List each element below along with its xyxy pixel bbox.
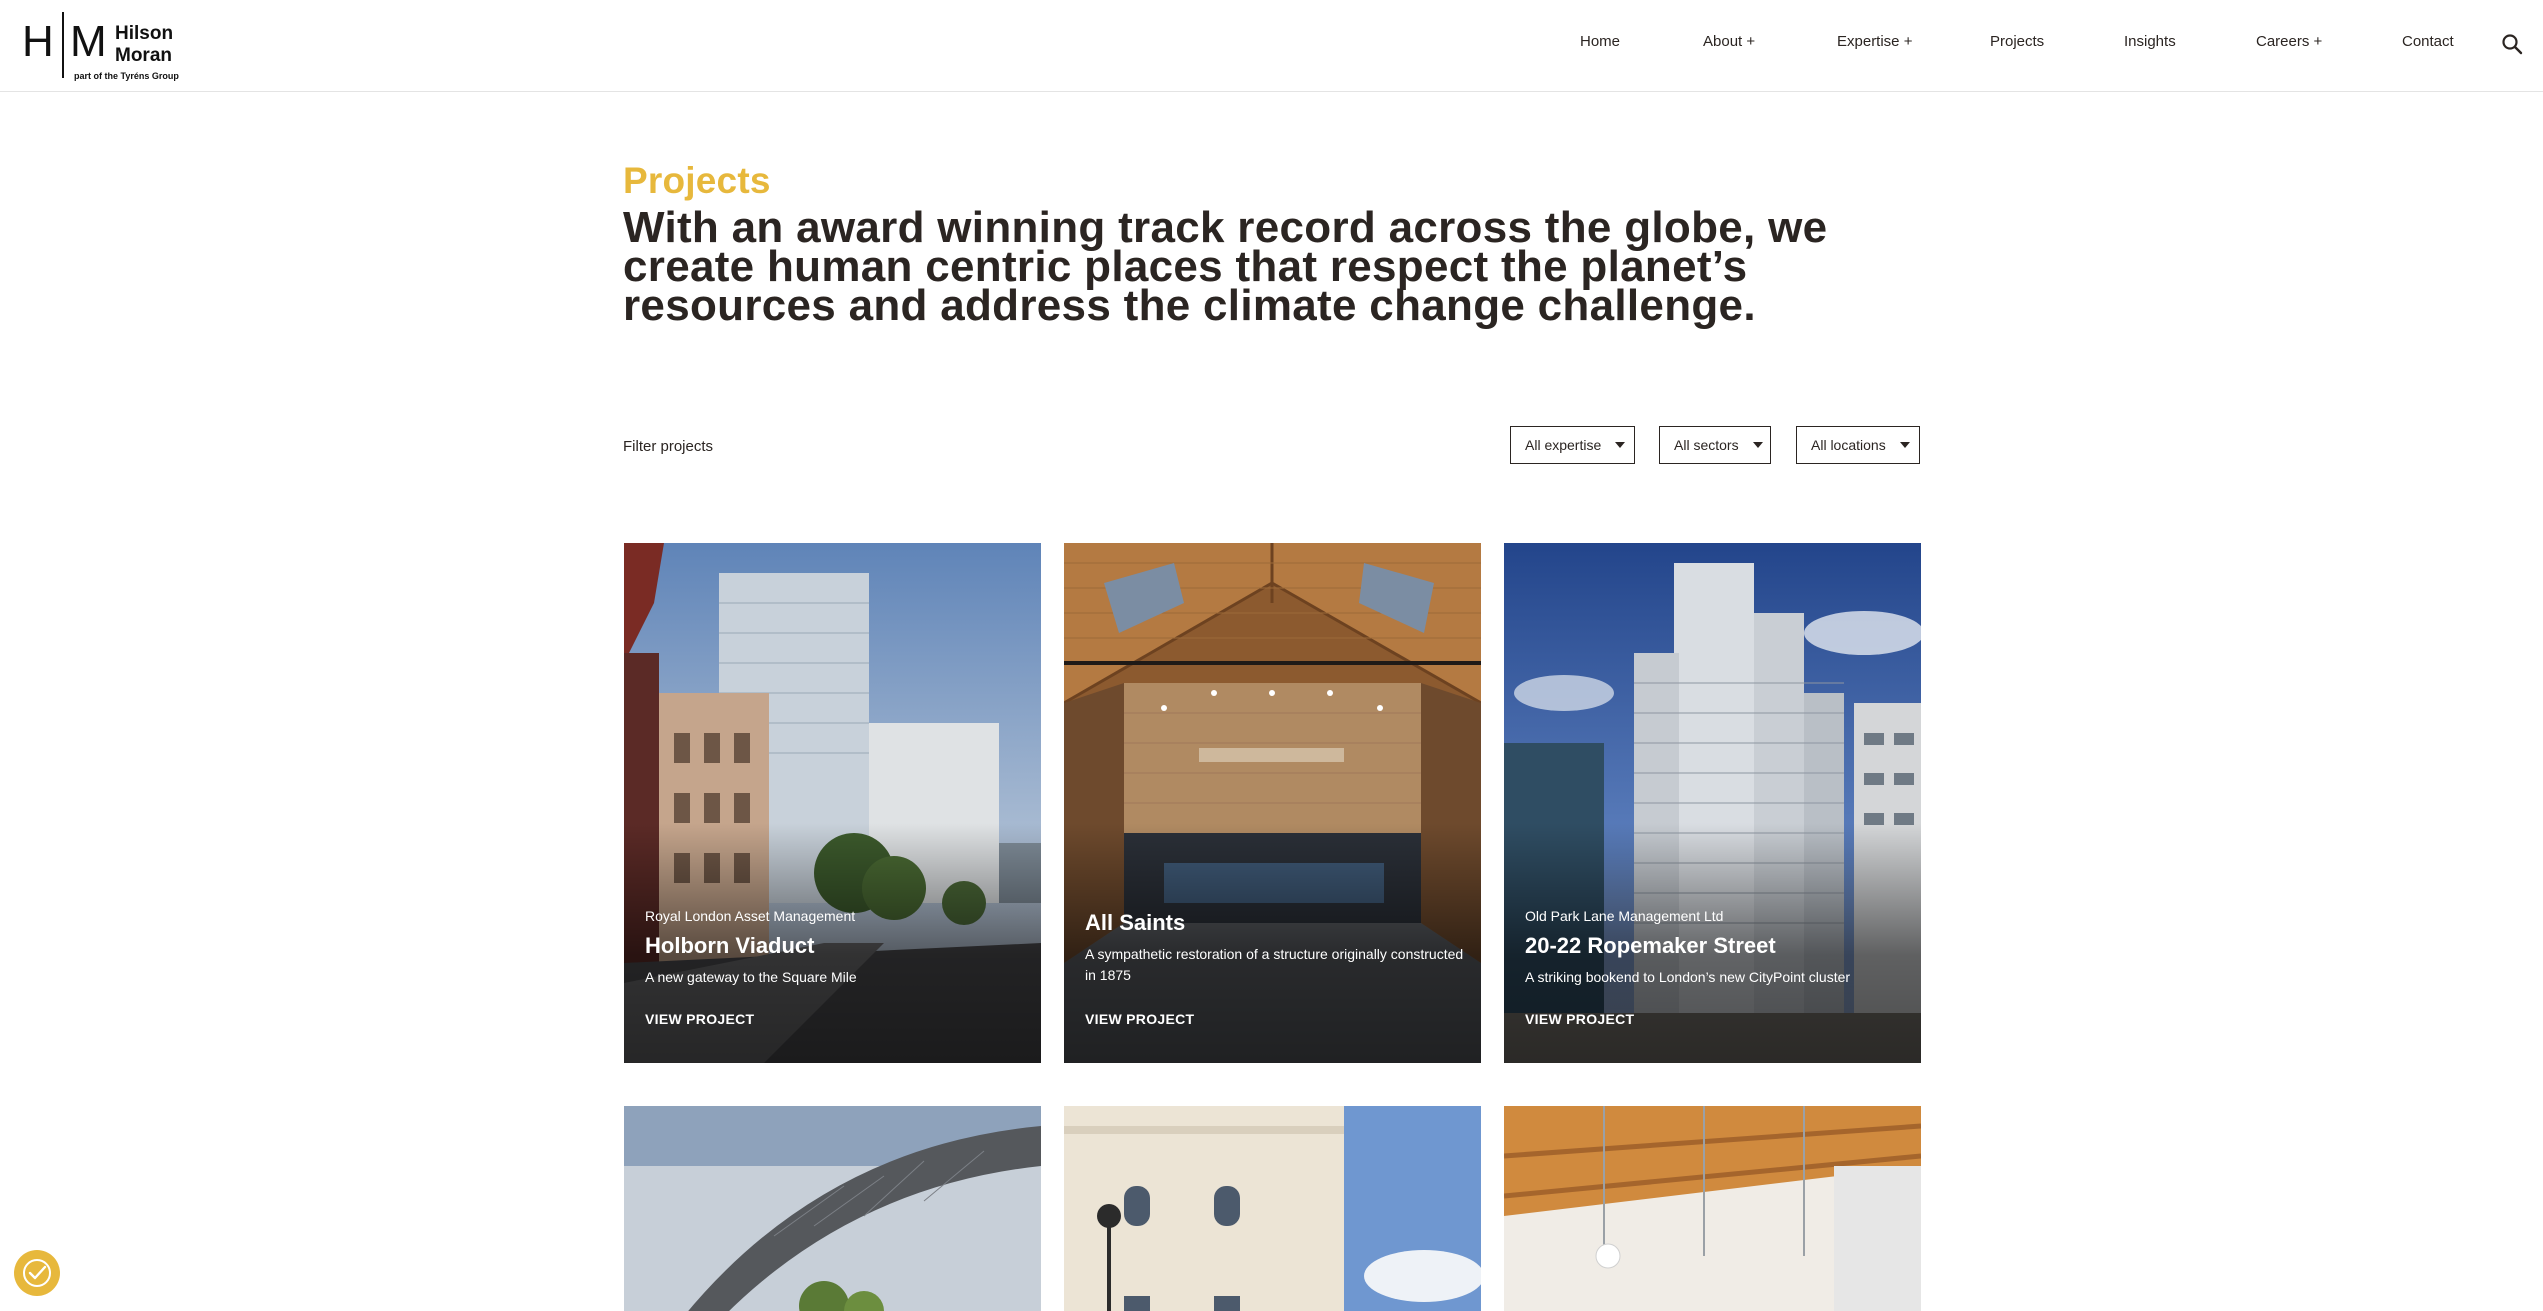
project-image bbox=[1064, 1106, 1481, 1311]
nav-home[interactable]: Home bbox=[1580, 33, 1620, 50]
caret-down-icon bbox=[1899, 442, 1910, 448]
filter-expertise-value: All expertise bbox=[1525, 437, 1602, 453]
project-card-all-saints[interactable]: All Saints A sympathetic restoration of … bbox=[1064, 543, 1481, 1063]
nav-contact[interactable]: Contact bbox=[2402, 33, 2454, 50]
logo-mark-h: H bbox=[22, 17, 54, 66]
project-client: Royal London Asset Management bbox=[645, 908, 856, 924]
nav-careers[interactable]: Careers + bbox=[2256, 33, 2322, 50]
hilson-moran-logo[interactable]: H M Hilson Moran part of the Tyréns Grou… bbox=[22, 10, 179, 82]
project-card-row2-1[interactable] bbox=[624, 1106, 1041, 1311]
project-description: A striking bookend to London’s new CityP… bbox=[1525, 969, 1851, 985]
project-description: A sympathetic restoration of a structure… bbox=[1085, 946, 1464, 983]
filter-label: Filter projects bbox=[623, 438, 714, 455]
logo-mark-m: M bbox=[70, 17, 107, 66]
project-client: Old Park Lane Management Ltd bbox=[1525, 908, 1724, 924]
project-description: A new gateway to the Square Mile bbox=[645, 969, 857, 985]
nav-insights[interactable]: Insights bbox=[2124, 33, 2176, 50]
project-title: 20-22 Ropemaker Street bbox=[1525, 933, 1776, 958]
filter-locations-select[interactable]: All locations bbox=[1796, 426, 1920, 464]
page-eyebrow: Projects bbox=[623, 160, 771, 201]
caret-down-icon bbox=[1752, 442, 1763, 448]
project-title: All Saints bbox=[1085, 910, 1186, 935]
project-image bbox=[1504, 1106, 1921, 1311]
logo-tagline: part of the Tyréns Group bbox=[74, 71, 179, 81]
site-header: H M Hilson Moran part of the Tyréns Grou… bbox=[0, 0, 2543, 92]
cookie-check-icon bbox=[23, 1259, 51, 1287]
project-image bbox=[624, 1106, 1041, 1311]
project-card-ropemaker-street[interactable]: Old Park Lane Management Ltd 20-22 Ropem… bbox=[1504, 543, 1921, 1063]
logo-divider bbox=[62, 12, 64, 78]
logo-name-line2: Moran bbox=[115, 45, 172, 66]
nav-expertise[interactable]: Expertise + bbox=[1837, 33, 1912, 50]
filter-sectors-value: All sectors bbox=[1674, 437, 1739, 453]
page-headline: With an award winning track record acros… bbox=[623, 203, 1828, 330]
cookie-settings-button[interactable] bbox=[14, 1250, 60, 1296]
project-card-holborn-viaduct[interactable]: Royal London Asset Management Holborn Vi… bbox=[624, 543, 1041, 1063]
filter-expertise-select[interactable]: All expertise bbox=[1510, 426, 1635, 464]
nav-about[interactable]: About + bbox=[1703, 33, 1755, 50]
view-project-link[interactable]: VIEW PROJECT bbox=[1085, 1011, 1194, 1027]
project-card-row2-2[interactable] bbox=[1064, 1106, 1481, 1311]
nav-projects[interactable]: Projects bbox=[1990, 33, 2044, 50]
project-title: Holborn Viaduct bbox=[645, 933, 815, 958]
logo-name-line1: Hilson bbox=[115, 23, 174, 44]
view-project-link[interactable]: VIEW PROJECT bbox=[645, 1011, 754, 1027]
search-icon[interactable] bbox=[2500, 32, 2524, 56]
view-project-link[interactable]: VIEW PROJECT bbox=[1525, 1011, 1634, 1027]
filter-sectors-select[interactable]: All sectors bbox=[1659, 426, 1771, 464]
caret-down-icon bbox=[1615, 442, 1626, 448]
project-card-row2-3[interactable] bbox=[1504, 1106, 1921, 1311]
filter-locations-value: All locations bbox=[1811, 437, 1886, 453]
image-overlay bbox=[1064, 823, 1481, 1063]
